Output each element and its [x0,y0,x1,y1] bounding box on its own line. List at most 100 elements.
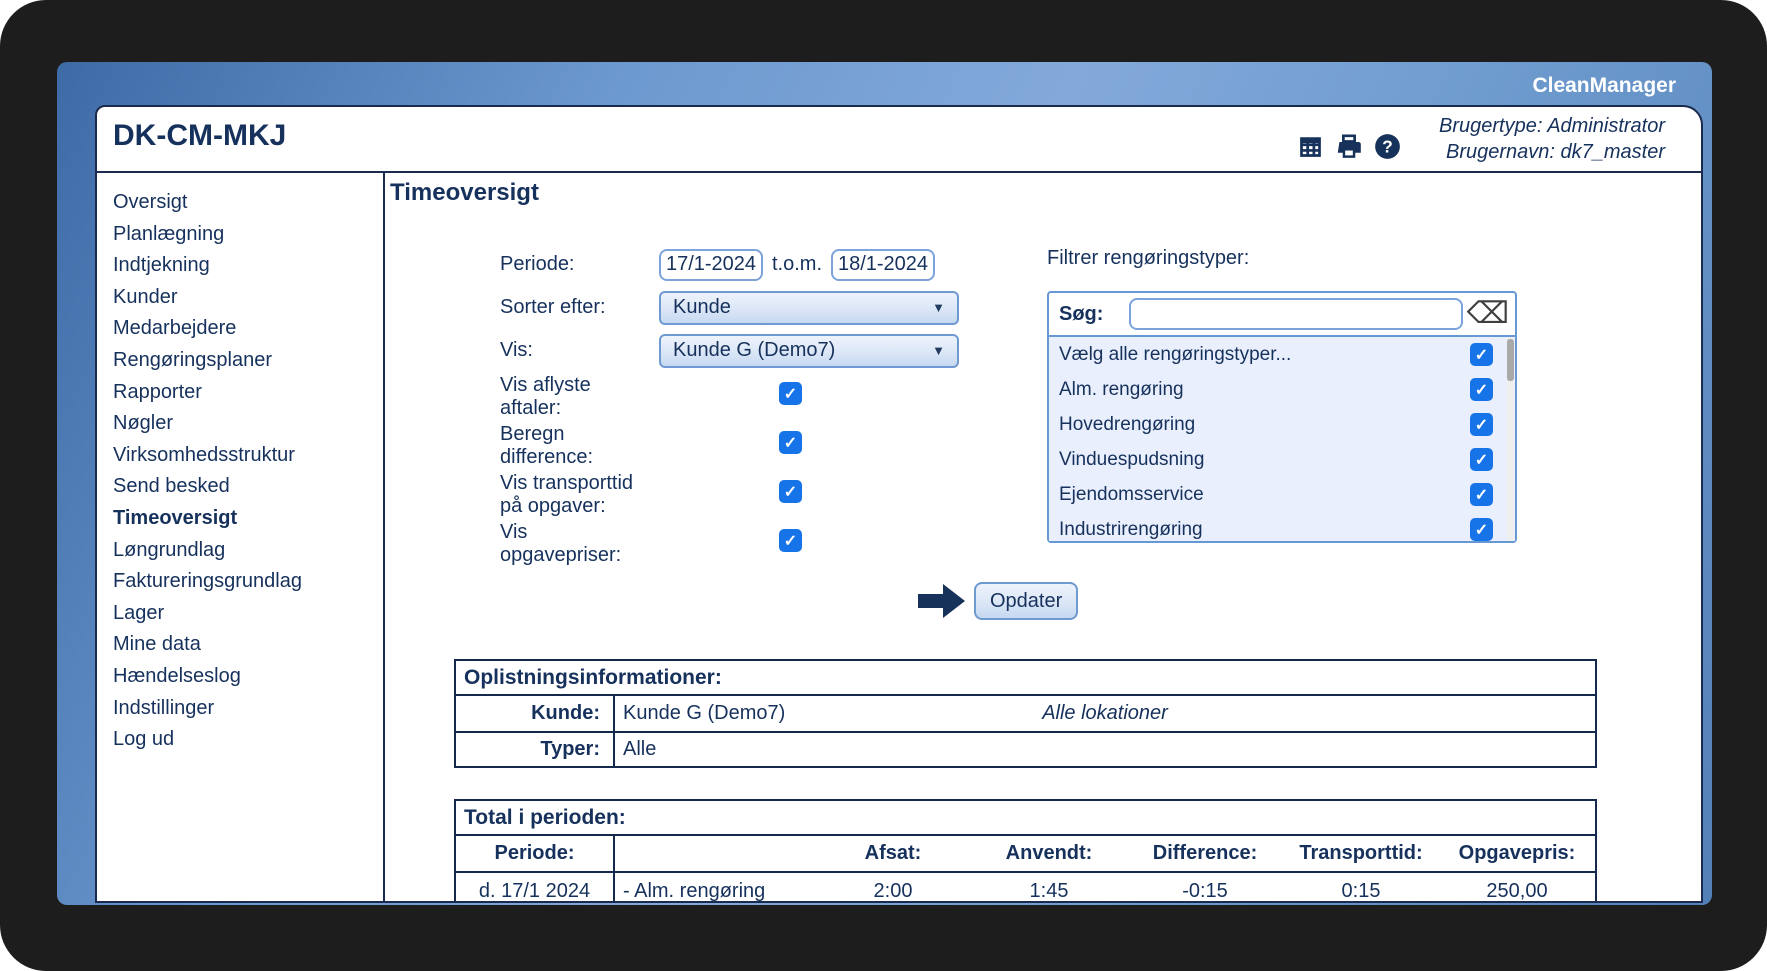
table-view-icon[interactable] [1297,133,1324,160]
main-content: Timeoversigt Periode: t.o.m. Sorter efte… [385,173,1701,902]
help-icon[interactable]: ? [1374,133,1401,160]
sidebar-item-oversigt[interactable]: Oversigt [113,187,383,219]
calc-difference-label: Beregn difference: [500,423,594,468]
info-row-value: Alle [623,738,657,760]
table-row: Kunde: Kunde G (Demo7) Alle lokationer [456,696,1595,731]
update-row: Opdater [917,582,1079,620]
vis-select-value: Kunde G (Demo7) [673,339,836,361]
show-transport-label: Vis transporttid på opgaver: [500,472,634,517]
filter-checkbox[interactable]: ✓ [1470,343,1493,366]
filter-checkbox[interactable]: ✓ [1470,518,1493,541]
check-icon: ✓ [1474,486,1489,504]
filter-search-input[interactable] [1129,298,1463,330]
show-prices-label: Vis opgavepriser: [500,521,622,566]
info-row-note: Alle lokationer [1042,702,1168,724]
filter-item-ejendomsservice[interactable]: Ejendomsservice ✓ [1049,477,1515,512]
sidebar-item-kunder[interactable]: Kunder [113,282,383,314]
cell-difference: -0:15 [1182,880,1228,902]
vis-select[interactable]: Kunde G (Demo7) ▼ [659,333,959,368]
svg-text:?: ? [1382,136,1393,156]
col-anvendt: Anvendt: [1005,842,1093,864]
sidebar: Oversigt Planlægning Indtjekning Kunder … [97,173,385,901]
sidebar-item-lager[interactable]: Lager [113,598,383,630]
print-icon[interactable] [1335,133,1363,160]
info-table: Oplistningsinformationer: Kunde: Kunde G… [454,659,1597,768]
sort-by-select[interactable]: Kunde ▼ [659,290,959,325]
sidebar-item-virksomhedsstruktur[interactable]: Virksomhedsstruktur [113,440,383,472]
check-icon: ✓ [1474,416,1489,434]
page-title: DK-CM-MKJ [113,119,287,152]
sidebar-item-loengrundlag[interactable]: Løngrundlag [113,535,383,567]
tom-label: t.o.m. [772,253,823,275]
sidebar-item-rengoeringsplaner[interactable]: Rengøringsplaner [113,345,383,377]
cell-anvendt: 1:45 [1029,880,1069,902]
check-icon: ✓ [783,385,798,403]
check-icon: ✓ [783,434,798,452]
filter-checkbox[interactable]: ✓ [1470,378,1493,401]
user-name-label: Brugernavn: dk7_master [1445,141,1665,163]
filter-checkbox[interactable]: ✓ [1470,413,1493,436]
filter-panel: Søg: ⌫ Vælg alle rengøringstyper... ✓ Al… [1047,291,1517,543]
sidebar-item-noegler[interactable]: Nøgler [113,408,383,440]
show-cancelled-checkbox[interactable]: ✓ [779,382,802,405]
app-header: DK-CM-MKJ ? Brugertype: Administrator Br… [97,107,1701,173]
cell-beskrivelse: - Alm. rengøring [623,880,766,902]
total-table-title: Total i perioden: [456,801,1595,836]
toolbar: ? [1297,133,1401,160]
filter-item-select-all[interactable]: Vælg alle rengøringstyper... ✓ [1049,337,1515,372]
chevron-down-icon: ▼ [932,300,945,315]
sidebar-item-indtjekning[interactable]: Indtjekning [113,250,383,282]
user-info: Brugertype: Administrator Brugernavn: dk… [1439,113,1665,165]
check-icon: ✓ [1474,451,1489,469]
report-form: Periode: t.o.m. Sorter efter: [500,243,1060,568]
arrow-right-icon [918,584,965,618]
sort-by-select-value: Kunde [673,296,731,318]
date-from-input[interactable] [659,248,763,281]
filter-item-alm-rengoering[interactable]: Alm. rengøring ✓ [1049,372,1515,407]
user-type-label: Brugertype: Administrator [1438,115,1665,137]
filter-item-hovedrengoering[interactable]: Hovedrengøring ✓ [1049,407,1515,442]
check-icon: ✓ [1474,346,1489,364]
filter-item-industrirengoering[interactable]: Industrirengøring ✓ [1049,512,1515,541]
app-frame: CleanManager DK-CM-MKJ ? Brugertype: Adm… [0,0,1767,971]
sidebar-item-mine-data[interactable]: Mine data [113,629,383,661]
sidebar-item-send-besked[interactable]: Send besked [113,471,383,503]
sidebar-item-timeoversigt[interactable]: Timeoversigt [113,503,383,535]
chevron-down-icon: ▼ [932,343,945,358]
sidebar-item-log-ud[interactable]: Log ud [113,724,383,756]
sidebar-item-haendelseslog[interactable]: Hændelseslog [113,661,383,693]
info-row-label: Kunde: [456,696,615,731]
check-icon: ✓ [783,483,798,501]
sidebar-item-medarbejdere[interactable]: Medarbejdere [113,313,383,345]
sidebar-item-indstillinger[interactable]: Indstillinger [113,693,383,725]
filter-checkbox[interactable]: ✓ [1470,448,1493,471]
filter-list-scrollbar[interactable] [1507,337,1514,541]
check-icon: ✓ [1474,521,1489,539]
periode-label: Periode: [500,253,575,275]
cell-transporttid: 0:15 [1341,880,1381,902]
sidebar-item-rapporter[interactable]: Rapporter [113,377,383,409]
sidebar-item-faktureringsgrundlag[interactable]: Faktureringsgrundlag [113,566,383,598]
app-window: DK-CM-MKJ ? Brugertype: Administrator Br… [95,105,1703,903]
search-label: Søg: [1059,302,1104,325]
sidebar-item-planlaegning[interactable]: Planlægning [113,219,383,251]
col-periode: Periode: [456,836,615,871]
col-difference: Difference: [1152,842,1258,864]
show-transport-checkbox[interactable]: ✓ [779,480,802,503]
show-prices-checkbox[interactable]: ✓ [779,529,802,552]
sort-by-label: Sorter efter: [500,296,606,318]
update-button[interactable]: Opdater [974,582,1079,620]
show-cancelled-label: Vis aflyste aftaler: [500,374,591,419]
col-transporttid: Transporttid: [1299,842,1423,864]
filter-item-vinduespudsning[interactable]: Vinduespudsning ✓ [1049,442,1515,477]
clear-search-icon[interactable]: ⌫ [1467,299,1509,329]
total-table-header: Periode: Afsat: Anvendt: Difference: Tra… [456,836,1595,873]
window-chrome: CleanManager DK-CM-MKJ ? Brugertype: Adm… [57,62,1712,905]
calc-difference-checkbox[interactable]: ✓ [779,431,802,454]
filter-checkbox[interactable]: ✓ [1470,483,1493,506]
section-title: Timeoversigt [390,179,539,206]
date-to-input[interactable] [831,248,936,281]
total-table: Total i perioden: Periode: Afsat: Anvend… [454,799,1597,902]
table-row: Typer: Alle [456,731,1595,766]
col-afsat: Afsat: [864,842,922,864]
